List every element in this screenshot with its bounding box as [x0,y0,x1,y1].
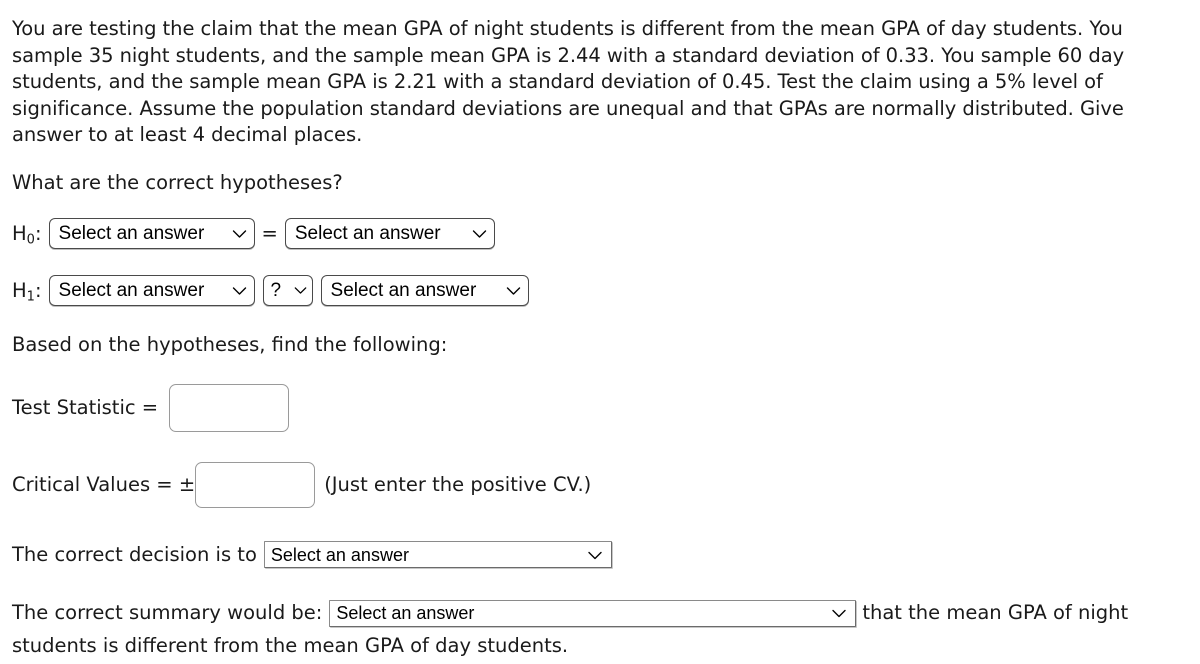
chevron-down-icon [587,542,603,568]
h1-operator-select-value: ? [270,280,282,301]
summary-line-1: The correct summary would be: Select an … [12,598,1192,628]
critical-values-input[interactable] [195,462,316,508]
decision-row: The correct decision is to Select an ans… [12,541,612,568]
h0-left-select[interactable]: Select an answer [48,218,255,249]
summary-prefix: The correct summary would be: [12,601,323,624]
critical-values-row: Critical Values = ± (Just enter the posi… [12,462,591,508]
h1-left-select-value: Select an answer [58,280,205,301]
h1-left-select[interactable]: Select an answer [48,275,255,306]
chevron-down-icon [831,598,847,628]
test-statistic-row: Test Statistic = [12,384,290,432]
h0-right-select[interactable]: Select an answer [284,218,495,249]
test-statistic-input[interactable] [169,384,290,432]
question-page: You are testing the claim that the mean … [0,0,1200,664]
findings-intro-text: Based on the hypotheses, find the follow… [12,333,448,356]
chevron-down-icon [294,286,307,295]
summary-select[interactable]: Select an answer [329,598,857,628]
decision-prefix: The correct decision is to [12,542,257,566]
problem-statement: You are testing the claim that the mean … [12,17,1125,146]
h1-operator-select[interactable]: ? [262,275,313,306]
decision-select-value: Select an answer [270,544,409,565]
h0-right-select-value: Select an answer [294,223,441,244]
h0-operator: = [261,221,278,245]
h0-label: H0: [12,221,42,248]
hypotheses-prompt: What are the correct hypotheses? [12,170,343,196]
chevron-down-icon [232,286,247,296]
summary-line-2: students is different from the mean GPA … [12,634,569,657]
chevron-down-icon [472,229,487,239]
null-hypothesis-row: H0: Select an answer = Select an answer [12,218,495,249]
summary-suffix: that the mean GPA of night [862,601,1129,624]
summary-row: The correct summary would be: Select an … [12,598,1192,661]
summary-select-value: Select an answer [336,603,475,623]
h1-right-select[interactable]: Select an answer [320,275,529,306]
findings-intro: Based on the hypotheses, find the follow… [12,332,447,358]
h0-left-select-value: Select an answer [58,223,205,244]
critical-values-label: Critical Values = ± [12,473,196,496]
hypotheses-prompt-text: What are the correct hypotheses? [12,171,343,194]
test-statistic-label: Test Statistic = [12,396,159,419]
critical-values-note: (Just enter the positive CV.) [324,473,592,496]
decision-select[interactable]: Select an answer [263,541,612,568]
h1-right-select-value: Select an answer [330,280,477,301]
chevron-down-icon [232,229,247,239]
chevron-down-icon [506,286,521,296]
h1-label: H1: [12,278,42,305]
alternative-hypothesis-row: H1: Select an answer ? Select an answer [12,275,529,306]
